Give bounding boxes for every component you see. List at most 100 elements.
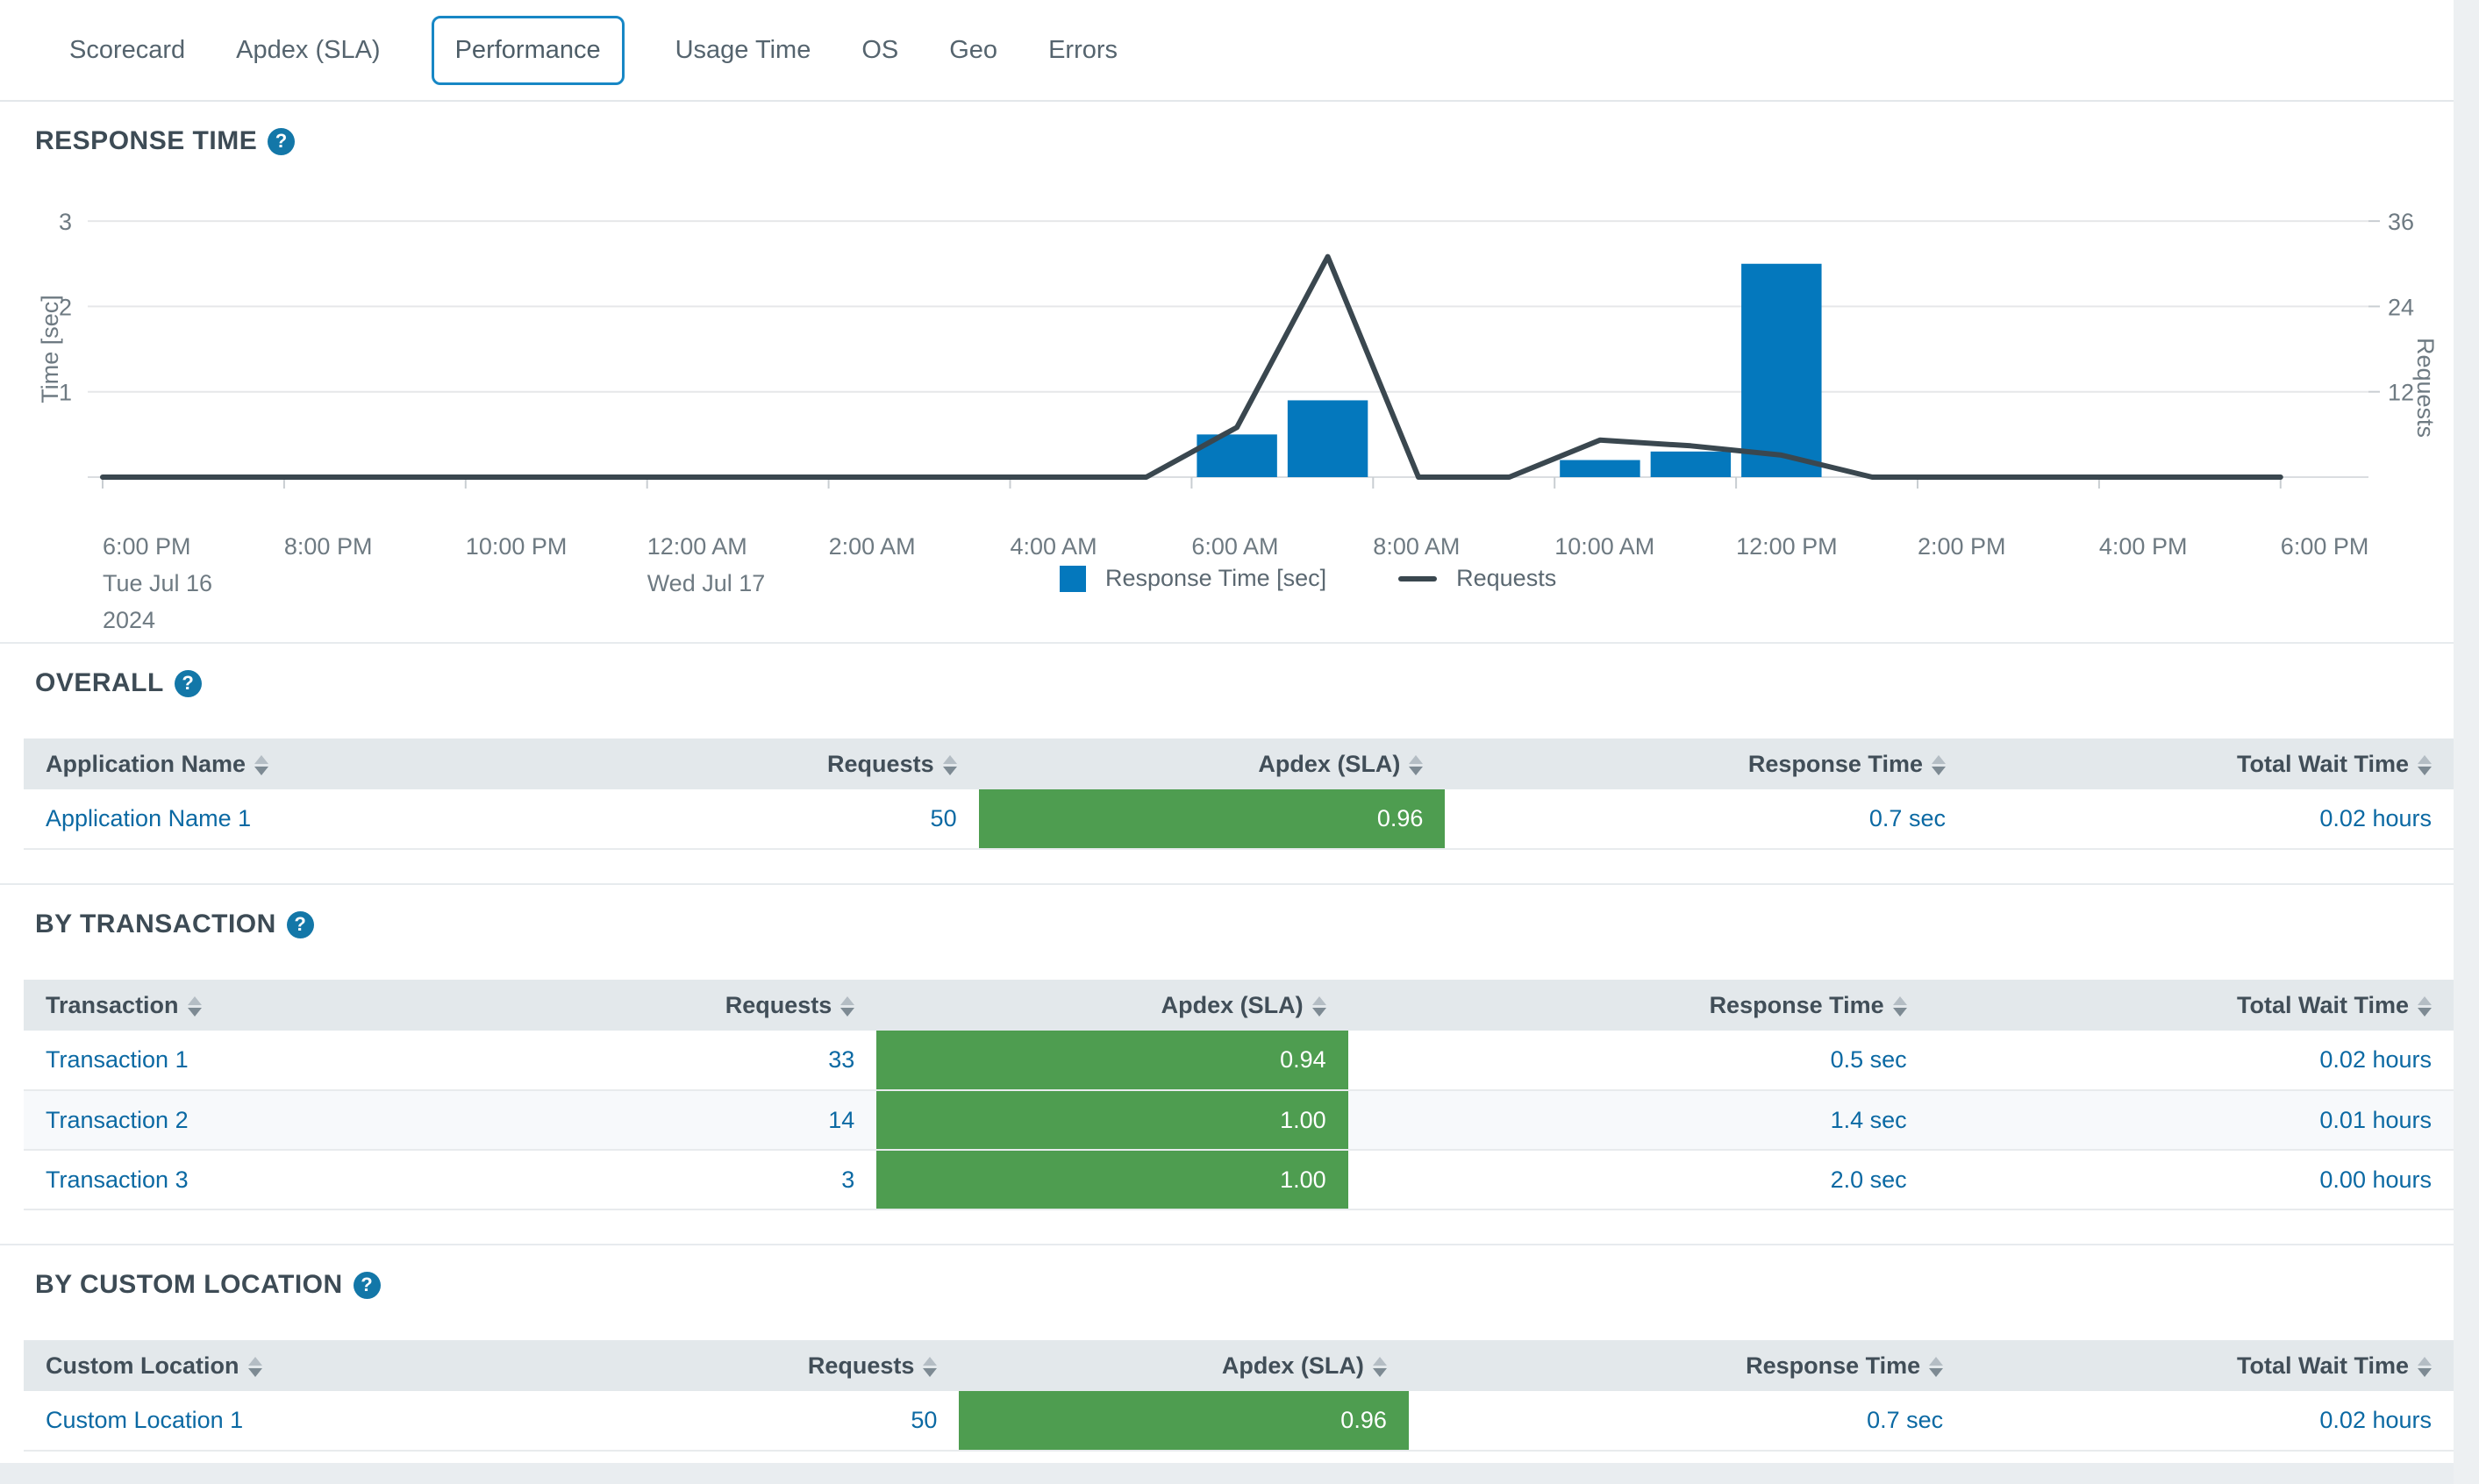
legend-bar-label: Response Time [sec] [1105,565,1326,592]
total-wait-time-value: 0.02 hours [1968,789,2454,849]
col-header-requests[interactable]: Requests [561,1340,959,1391]
application-name-link[interactable]: Application Name 1 [24,789,599,849]
col-header-total-wait-time[interactable]: Total Wait Time [1968,738,2454,789]
help-icon[interactable]: ? [354,1272,381,1299]
section-response-time: RESPONSE TIME ? 112224336Time [sec]Reque… [0,126,2479,642]
right-axis-tick-label: 24 [2388,294,2414,320]
x-axis-tick-label: 2:00 PM [1918,533,2006,560]
overall-table: Application Name Requests Apdex (SLA) Re… [24,738,2454,850]
requests-value: 14 [490,1090,876,1150]
sort-icon[interactable] [254,755,268,775]
chart-line [103,257,2281,477]
x-axis-tick-label: 8:00 PM [284,533,373,560]
sort-icon[interactable] [2418,996,2432,1017]
custom-location-table: Custom Location Requests Apdex (SLA) Res… [24,1340,2454,1452]
response-time-value: 0.7 sec [1445,789,1968,849]
col-header-label: Requests [808,1352,915,1379]
col-header-custom-location[interactable]: Custom Location [24,1340,561,1391]
chart-legend: Response Time [sec] Requests [1060,565,1556,592]
col-header-transaction[interactable]: Transaction [24,980,490,1031]
table-row: Application Name 1 50 0.96 0.7 sec 0.02 … [24,789,2454,849]
col-header-requests[interactable]: Requests [599,738,978,789]
help-icon[interactable]: ? [268,128,295,155]
tab-usage-time[interactable]: Usage Time [675,36,811,65]
requests-value: 33 [490,1031,876,1090]
col-header-response-time[interactable]: Response Time [1409,1340,1965,1391]
x-axis-tick-label: 12:00 PM [1736,533,1838,560]
x-axis-tick-label: 6:00 AM [1191,533,1278,560]
sort-icon[interactable] [2418,755,2432,775]
sort-icon[interactable] [2418,1357,2432,1377]
apdex-cell: 0.96 [979,789,1446,849]
left-axis-label: Time [sec] [37,295,63,403]
section-title-text: BY CUSTOM LOCATION [35,1270,343,1300]
tab-apdex-sla[interactable]: Apdex (SLA) [236,36,380,65]
tab-scorecard[interactable]: Scorecard [69,36,185,65]
section-title-by-custom-location: BY CUSTOM LOCATION ? [35,1270,2479,1300]
x-axis-tick-label: 2:00 AM [829,533,916,560]
col-header-label: Total Wait Time [2237,992,2409,1018]
tab-geo[interactable]: Geo [949,36,997,65]
help-icon[interactable]: ? [175,670,202,697]
col-header-label: Total Wait Time [2237,751,2409,777]
col-header-response-time[interactable]: Response Time [1445,738,1968,789]
section-title-text: BY TRANSACTION [35,910,276,939]
response-time-value: 2.0 sec [1348,1150,1929,1209]
tab-performance[interactable]: Performance [432,16,625,85]
transaction-link[interactable]: Transaction 2 [24,1090,490,1150]
col-header-apdex[interactable]: Apdex (SLA) [979,738,1446,789]
col-header-label: Requests [725,992,832,1018]
col-header-total-wait-time[interactable]: Total Wait Time [1965,1340,2454,1391]
apdex-bar: 0.94 [876,1031,1347,1089]
legend-line-swatch [1398,576,1437,581]
table-header-row: Custom Location Requests Apdex (SLA) Res… [24,1340,2454,1391]
col-header-apdex[interactable]: Apdex (SLA) [959,1340,1408,1391]
section-title-response-time: RESPONSE TIME ? [35,126,2479,156]
sort-icon[interactable] [1409,755,1423,775]
col-header-label: Total Wait Time [2237,1352,2409,1379]
sort-icon[interactable] [1932,755,1946,775]
left-axis-tick-label: 3 [59,209,72,235]
col-header-label: Response Time [1746,1352,1920,1379]
apdex-bar: 1.00 [876,1091,1347,1149]
col-header-label: Transaction [46,992,179,1018]
sort-icon[interactable] [840,996,854,1017]
col-header-response-time[interactable]: Response Time [1348,980,1929,1031]
tab-errors[interactable]: Errors [1048,36,1118,65]
chart-bar [1288,400,1368,477]
apdex-cell: 0.96 [959,1391,1408,1451]
transaction-link[interactable]: Transaction 3 [24,1150,490,1209]
sort-icon[interactable] [1893,996,1907,1017]
col-header-application-name[interactable]: Application Name [24,738,599,789]
sort-icon[interactable] [188,996,202,1017]
apdex-value: 0.96 [1340,1407,1387,1434]
sort-icon[interactable] [248,1357,262,1377]
sort-icon[interactable] [943,755,957,775]
apdex-cell: 1.00 [876,1150,1347,1209]
custom-location-link[interactable]: Custom Location 1 [24,1391,561,1451]
transaction-link[interactable]: Transaction 1 [24,1031,490,1090]
col-header-total-wait-time[interactable]: Total Wait Time [1929,980,2454,1031]
apdex-value: 1.00 [1280,1167,1326,1194]
section-title-text: RESPONSE TIME [35,126,257,156]
sort-icon[interactable] [1312,996,1326,1017]
tab-os[interactable]: OS [861,36,898,65]
section-title-by-transaction: BY TRANSACTION ? [35,910,2479,939]
sort-icon[interactable] [923,1357,937,1377]
col-header-label: Application Name [46,751,246,777]
x-axis-tick-label: 6:00 PM [103,533,191,560]
help-icon[interactable]: ? [287,911,314,938]
sort-icon[interactable] [1929,1357,1943,1377]
col-header-requests[interactable]: Requests [490,980,876,1031]
requests-value: 50 [599,789,978,849]
chart-bar [1651,452,1731,477]
section-by-custom-location: BY CUSTOM LOCATION ? Custom Location Req… [0,1270,2479,1452]
page-background-strip [0,1463,2454,1484]
total-wait-time-value: 0.02 hours [1929,1031,2454,1090]
chart-bar [1741,264,1821,477]
sort-icon[interactable] [1373,1357,1387,1377]
apdex-value: 1.00 [1280,1107,1326,1134]
col-header-label: Apdex (SLA) [1258,751,1400,777]
col-header-apdex[interactable]: Apdex (SLA) [876,980,1347,1031]
section-by-transaction: BY TRANSACTION ? Transaction Requests Ap… [0,910,2479,1210]
